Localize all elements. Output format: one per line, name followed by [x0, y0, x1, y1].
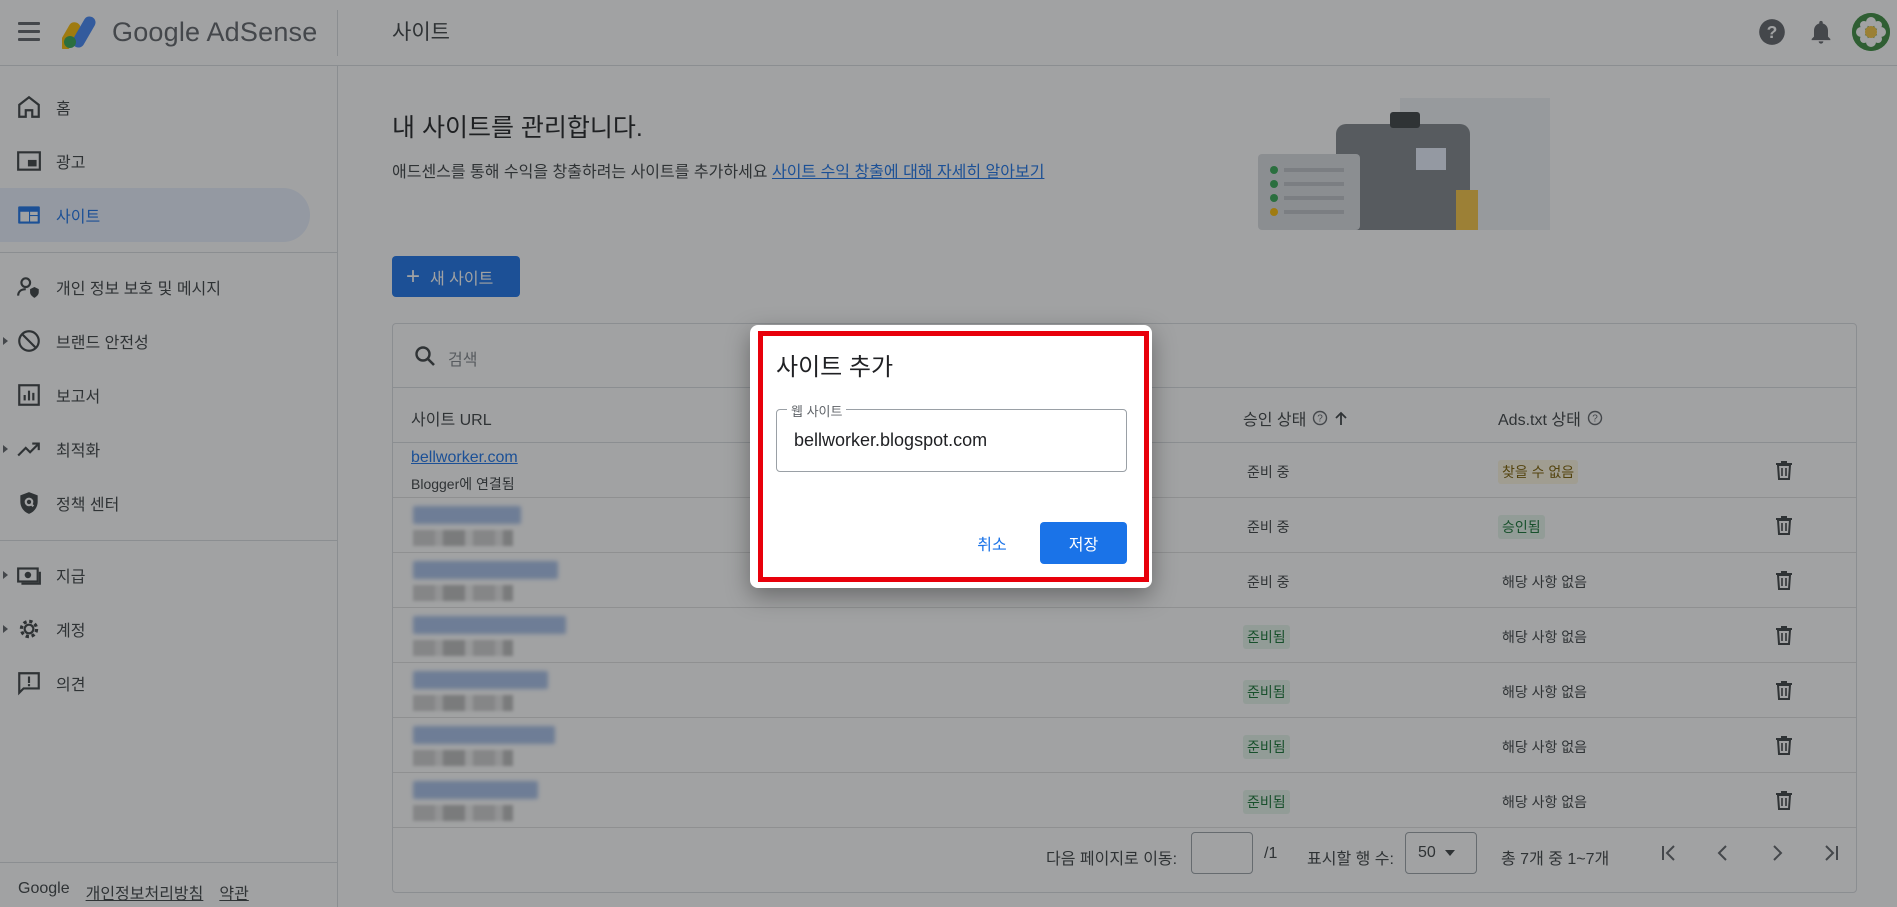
- highlight-annotation-box: [758, 331, 1149, 582]
